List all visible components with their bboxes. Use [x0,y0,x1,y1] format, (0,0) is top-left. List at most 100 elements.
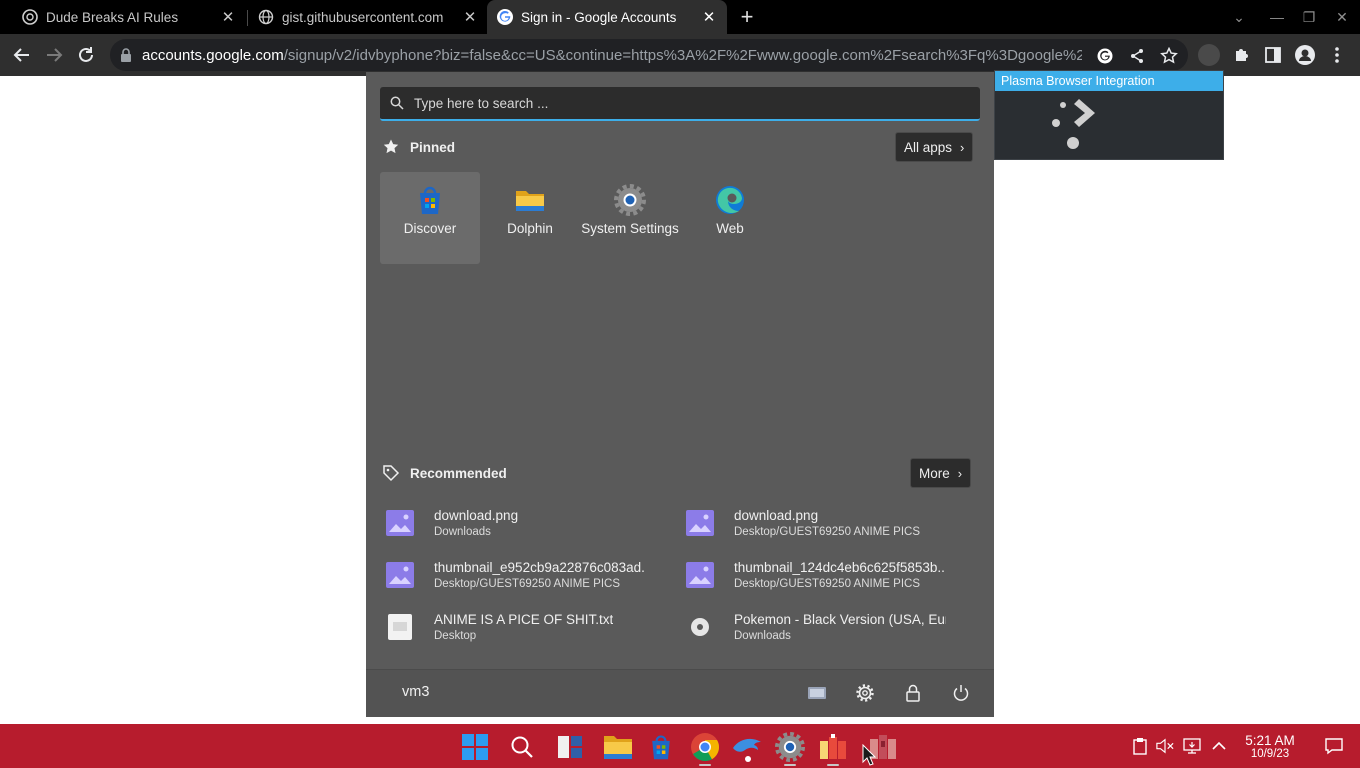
more-button[interactable]: More › [910,458,972,488]
recommended-item[interactable]: thumbnail_124dc4eb6c625f5853b... Desktop/… [666,555,946,595]
edge-icon [716,186,744,214]
pinned-app-dolphin[interactable]: Dolphin [480,172,580,264]
pinned-app-label: Web [716,221,744,236]
recommended-item[interactable]: thumbnail_e952cb9a22876c083ad... Desktop/… [366,555,646,595]
forward-arrow-icon [47,48,63,62]
tab-search-chevron-icon[interactable]: ⌄ [1227,5,1251,29]
folder-icon [604,736,632,759]
pinned-app-label: Dolphin [507,221,553,236]
recommended-item[interactable]: Pokemon - Black Version (USA, Eur... Down… [666,607,946,647]
taskbar-file-manager[interactable] [601,730,635,764]
pinned-app-discover[interactable]: Discover [380,172,480,264]
pinned-app-label: Discover [403,221,457,236]
star-icon [383,139,399,154]
settings-icon [775,732,805,762]
url-path: /signup/v2/idvbyphone?biz=false&cc=US&co… [283,46,1082,64]
recommended-item[interactable]: ANIME IS A PICE OF SHIT.txt Desktop [366,607,646,647]
tab-gist[interactable]: gist.githubusercontent.com ✕ [248,0,488,34]
tab-google-accounts[interactable]: Sign in - Google Accounts ✕ [487,0,727,34]
recommended-item-name: thumbnail_e952cb9a22876c083ad... [434,560,646,575]
recommended-label: Recommended [410,465,507,481]
extensions-puzzle-icon[interactable] [1231,44,1253,66]
taskbar-discover[interactable] [644,730,678,764]
recommended-item[interactable]: download.png Desktop/GUEST69250 ANIME PIC… [666,503,946,543]
power-icon[interactable] [951,683,971,703]
more-label: More [919,465,950,481]
start-button[interactable] [458,730,492,764]
back-button[interactable] [10,43,34,67]
minimize-icon[interactable]: — [1265,5,1289,29]
address-bar[interactable]: accounts.google.com/signup/v2/idvbyphone… [110,39,1188,71]
task-view-icon [558,736,582,758]
recommended-item-path: Desktop/GUEST69250 ANIME PICS [734,578,920,590]
chevron-right-icon: › [960,139,965,155]
close-tab-icon[interactable]: ✕ [220,9,236,26]
settings-gear-icon[interactable] [855,683,875,703]
pinned-app-system-settings[interactable]: System Settings [580,172,680,264]
start-menu: Pinned All apps › Discover Dolphin Syste… [366,72,994,717]
windows-logo-icon [462,734,488,760]
tab-dude-breaks-ai-rules[interactable]: Dude Breaks AI Rules ✕ [0,0,246,34]
taskbar-chrome[interactable] [688,730,722,766]
recommended-item-path: Desktop/GUEST69250 ANIME PICS [734,526,920,538]
package-icon [820,734,846,759]
disc-image-icon [691,618,709,636]
bookmark-star-icon[interactable] [1160,47,1178,65]
recommended-item-name: Pokemon - Black Version (USA, Eur... [734,612,946,627]
restore-icon[interactable]: ❐ [1297,5,1321,29]
tab-title: gist.githubusercontent.com [282,9,444,25]
image-file-icon [386,510,414,536]
discover-icon [652,735,670,760]
all-apps-button[interactable]: All apps › [895,132,974,162]
task-view-button[interactable] [553,730,587,764]
close-window-icon[interactable]: ✕ [1330,5,1354,29]
taskbar-dolphin-emulator[interactable] [730,730,764,764]
google-lens-icon[interactable] [1096,47,1114,65]
network-display-icon[interactable] [1183,737,1201,755]
clipboard-icon[interactable] [1131,737,1149,755]
pinned-app-web[interactable]: Web [680,172,780,264]
extension-popup: Plasma Browser Integration [994,70,1224,160]
lock-screen-icon[interactable] [903,683,923,703]
start-search-box[interactable] [380,87,980,121]
google-icon [497,9,513,25]
discover-icon [420,186,440,214]
tab-title: Dude Breaks AI Rules [46,9,179,25]
side-panel-icon[interactable] [1262,44,1284,66]
recommended-item[interactable]: download.png Downloads [366,503,646,543]
plasma-extension-icon[interactable] [1198,44,1220,66]
search-input[interactable] [414,95,954,111]
chrome-menu-icon[interactable] [1326,44,1348,66]
image-file-icon [686,562,714,588]
close-tab-icon[interactable]: ✕ [462,9,478,26]
running-indicator [699,764,711,766]
reload-button[interactable] [74,43,98,67]
forward-button[interactable] [42,43,66,67]
extension-popup-title: Plasma Browser Integration [995,71,1223,91]
documents-icon[interactable] [807,683,827,703]
taskbar-search-button[interactable] [505,730,539,764]
reload-icon [79,47,93,62]
new-tab-button[interactable]: + [736,6,758,28]
taskbar-system-settings[interactable] [773,730,807,766]
search-icon [511,736,533,758]
globe-icon [258,9,274,25]
plasma-logo-icon [1052,99,1095,149]
close-tab-icon[interactable]: ✕ [701,9,717,26]
settings-icon [614,184,646,216]
taskbar-app-packages[interactable] [816,730,850,766]
running-indicator [784,764,796,766]
text-file-icon [388,614,412,640]
user-name[interactable]: vm3 [402,684,429,700]
tag-icon [383,465,400,482]
pinned-header: Pinned [382,138,455,156]
notifications-icon[interactable] [1325,737,1343,755]
recommended-item-path: Downloads [734,630,791,642]
share-icon[interactable] [1128,47,1146,65]
dolphin-icon [733,738,761,762]
volume-muted-icon[interactable] [1156,737,1174,755]
recommended-item-name: download.png [734,508,819,523]
taskbar-clock[interactable]: 5:21 AM 10/9/23 [1236,733,1304,760]
tray-expand-icon[interactable] [1210,737,1228,755]
profile-icon[interactable] [1294,44,1316,66]
